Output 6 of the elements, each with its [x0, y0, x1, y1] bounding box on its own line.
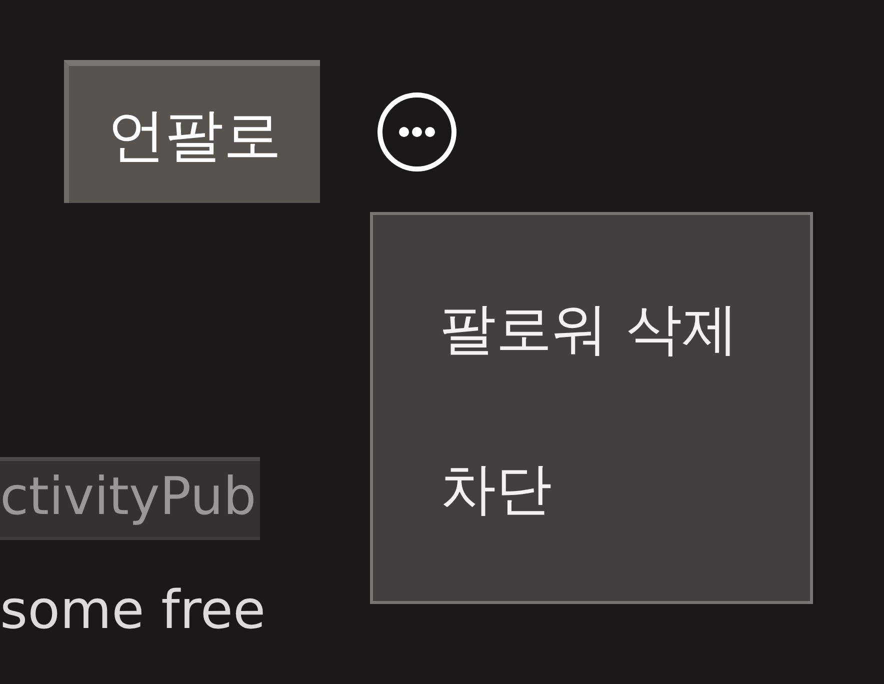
description-text: some free: [0, 584, 266, 637]
more-options-icon[interactable]: [377, 92, 457, 172]
unfollow-button[interactable]: 언팔로: [64, 60, 320, 203]
menu-item[interactable]: 팔로워 삭제: [373, 280, 810, 380]
menu-item[interactable]: 차단: [373, 440, 810, 540]
tag: ctivityPub: [0, 457, 260, 540]
